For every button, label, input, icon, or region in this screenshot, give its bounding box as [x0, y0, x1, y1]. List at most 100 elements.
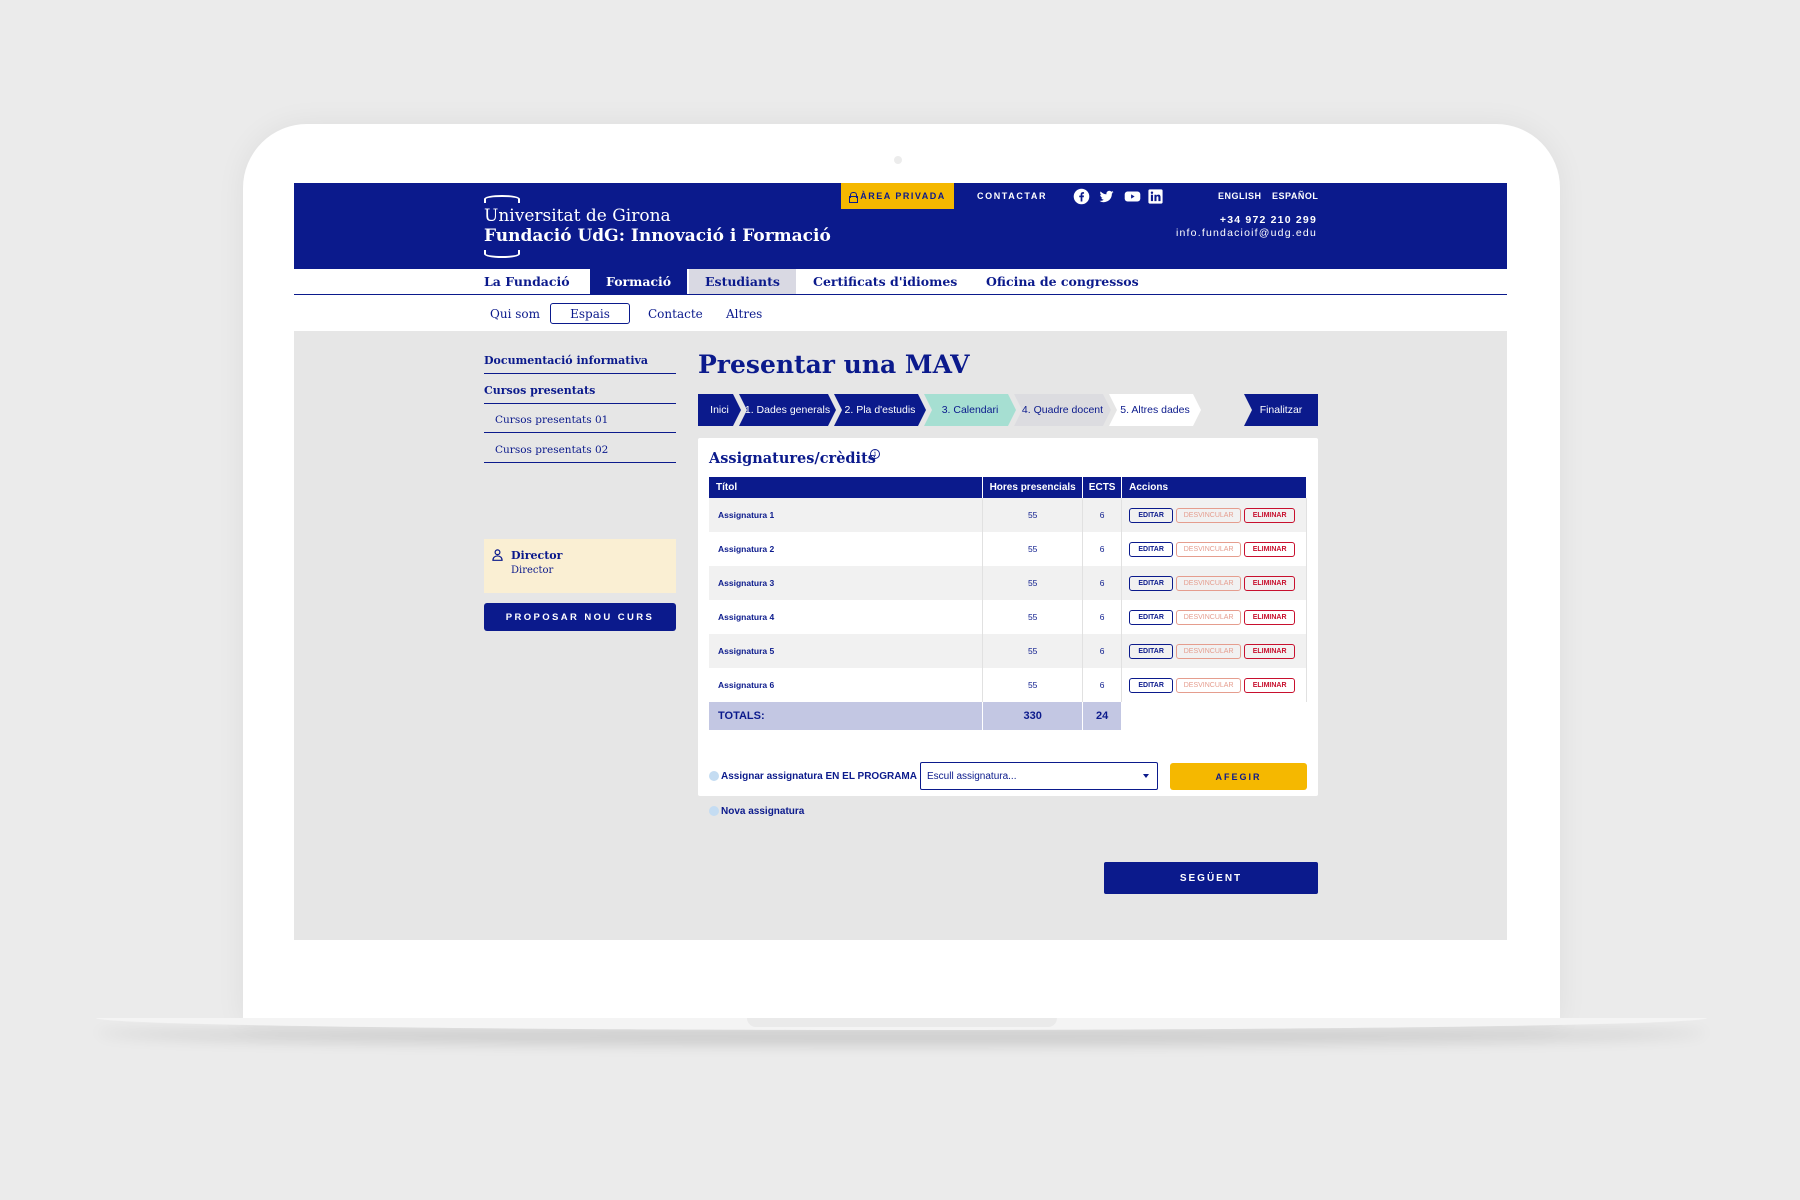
nav-la-fundacio[interactable]: La Fundació [468, 269, 586, 294]
subnav-contacte[interactable]: Contacte [642, 303, 709, 324]
table-row: Assignatura 5 55 6 EDITAR DESVINCULAR ELIM… [709, 634, 1307, 668]
youtube-icon[interactable] [1123, 187, 1141, 205]
edit-button[interactable]: EDITAR [1129, 575, 1174, 591]
linkedin-icon[interactable] [1146, 187, 1164, 205]
next-button[interactable]: SEGÜENT [1104, 862, 1318, 894]
assign-label: Assignar assignatura EN EL PROGRAMA [721, 770, 917, 782]
subject-title[interactable]: Assignatura 5 [709, 634, 984, 668]
delete-button[interactable]: ELIMINAR [1244, 609, 1296, 625]
new-subject-option[interactable]: Nova assignatura [709, 803, 804, 819]
facebook-icon[interactable] [1072, 187, 1090, 205]
column-header-hours[interactable]: Hores presencials [982, 477, 1084, 498]
content-area: Documentació informativa Cursos presenta… [294, 331, 1507, 940]
subject-ects: 6 [1082, 634, 1123, 668]
step-finalitzar[interactable]: Finalitzar [1244, 394, 1318, 426]
sidebar-link-cursos-02[interactable]: Cursos presentats 02 [484, 435, 676, 463]
sidebar-link-documentacio[interactable]: Documentació informativa [484, 345, 676, 374]
subject-select[interactable]: Escull assignatura... [920, 762, 1158, 790]
nav-oficina-congressos[interactable]: Oficina de congressos [970, 269, 1155, 294]
sidebar-link-cursos-01[interactable]: Cursos presentats 01 [484, 405, 676, 433]
subject-title[interactable]: Assignatura 2 [709, 532, 984, 566]
sub-nav: Qui som Espais Contacte Altres [294, 297, 1507, 331]
private-area-button[interactable]: ÀREA PRIVADA [841, 183, 954, 209]
step-calendari[interactable]: 3. Calendari [924, 394, 1016, 426]
step-inici[interactable]: Inici [698, 394, 741, 426]
add-button[interactable]: AFEGIR [1170, 763, 1307, 790]
delete-button[interactable]: ELIMINAR [1244, 575, 1296, 591]
subject-title[interactable]: Assignatura 6 [709, 668, 984, 702]
subject-ects: 6 [1082, 600, 1123, 634]
propose-course-button[interactable]: PROPOSAR NOU CURS [484, 603, 676, 631]
unlink-button[interactable]: DESVINCULAR [1176, 507, 1242, 523]
subject-title[interactable]: Assignatura 1 [709, 498, 984, 532]
director-card: Director Director [484, 539, 676, 593]
unlink-button[interactable]: DESVINCULAR [1176, 541, 1242, 557]
step-altres-dades[interactable]: 5. Altres dades [1109, 394, 1201, 426]
column-header-title[interactable]: Títol [709, 477, 984, 498]
subnav-qui-som[interactable]: Qui som [484, 303, 546, 324]
new-subject-radio[interactable] [709, 806, 719, 816]
step-quadre-docent[interactable]: 4. Quadre docent [1014, 394, 1111, 426]
sidebar-link-cursos-presentats[interactable]: Cursos presentats [484, 375, 676, 404]
step-pla-estudis[interactable]: 2. Pla d'estudis [834, 394, 926, 426]
contact-link[interactable]: CONTACTAR [977, 191, 1047, 201]
page-title: Presentar una MAV [698, 350, 970, 379]
column-header-ects[interactable]: ECTS [1082, 477, 1123, 498]
row-actions: EDITAR DESVINCULAR ELIMINAR [1121, 668, 1307, 702]
subject-ects: 6 [1082, 668, 1123, 702]
nav-estudiants[interactable]: Estudiants [689, 269, 796, 294]
edit-button[interactable]: EDITAR [1129, 507, 1174, 523]
edit-button[interactable]: EDITAR [1129, 609, 1174, 625]
totals-hours: 330 [982, 702, 1084, 730]
screen: Universitat de Girona Fundació UdG: Inno… [294, 183, 1507, 940]
nav-certificats[interactable]: Certificats d'idiomes [797, 269, 973, 294]
edit-button[interactable]: EDITAR [1129, 541, 1174, 557]
delete-button[interactable]: ELIMINAR [1244, 507, 1296, 523]
logo-mark-bottom [484, 250, 520, 258]
table-row: Assignatura 2 55 6 EDITAR DESVINCULAR ELIM… [709, 532, 1307, 566]
subject-title[interactable]: Assignatura 3 [709, 566, 984, 600]
row-actions: EDITAR DESVINCULAR ELIMINAR [1121, 532, 1307, 566]
subjects-table: Títol Hores presencials ECTS Accions Ass… [709, 477, 1307, 730]
subject-title[interactable]: Assignatura 4 [709, 600, 984, 634]
email-address[interactable]: info.fundacioif@udg.edu [1176, 227, 1317, 239]
private-area-label: ÀREA PRIVADA [860, 191, 946, 201]
phone-number[interactable]: +34 972 210 299 [1220, 214, 1317, 226]
unlink-button[interactable]: DESVINCULAR [1176, 609, 1242, 625]
info-icon[interactable]: i [870, 449, 880, 459]
table-row: Assignatura 6 55 6 EDITAR DESVINCULAR ELIM… [709, 668, 1307, 702]
wizard-stepper: Inici 1. Dades generals 2. Pla d'estudis… [698, 394, 1318, 426]
totals-ects: 24 [1082, 702, 1123, 730]
chevron-down-icon [1143, 774, 1149, 778]
column-header-actions: Accions [1121, 477, 1307, 498]
person-icon [492, 549, 503, 561]
subnav-altres[interactable]: Altres [720, 303, 768, 324]
laptop-notch [747, 1018, 1057, 1027]
logo-foundation[interactable]: Fundació UdG: Innovació i Formació [484, 226, 831, 246]
site-header: Universitat de Girona Fundació UdG: Inno… [294, 183, 1507, 269]
table-row: Assignatura 4 55 6 EDITAR DESVINCULAR ELIM… [709, 600, 1307, 634]
nav-formacio[interactable]: Formació [590, 269, 688, 294]
delete-button[interactable]: ELIMINAR [1244, 643, 1296, 659]
lang-spanish[interactable]: ESPAÑOL [1272, 191, 1318, 201]
lang-english[interactable]: ENGLISH [1218, 191, 1262, 201]
subject-hours: 55 [982, 566, 1084, 600]
subjects-card: Assignatures/crèdits i Títol Hores prese… [698, 438, 1318, 817]
edit-button[interactable]: EDITAR [1129, 677, 1174, 693]
row-actions: EDITAR DESVINCULAR ELIMINAR [1121, 600, 1307, 634]
subject-select-value: Escull assignatura... [927, 770, 1017, 782]
unlink-button[interactable]: DESVINCULAR [1176, 575, 1242, 591]
assign-radio[interactable] [709, 771, 719, 781]
subnav-espais[interactable]: Espais [550, 303, 630, 324]
step-dades-generals[interactable]: 1. Dades generals [739, 394, 836, 426]
unlink-button[interactable]: DESVINCULAR [1176, 643, 1242, 659]
delete-button[interactable]: ELIMINAR [1244, 677, 1296, 693]
unlink-button[interactable]: DESVINCULAR [1176, 677, 1242, 693]
logo-university[interactable]: Universitat de Girona [484, 206, 671, 226]
subject-ects: 6 [1082, 566, 1123, 600]
twitter-icon[interactable] [1097, 187, 1115, 205]
assign-subject-option[interactable]: Assignar assignatura EN EL PROGRAMA [709, 768, 917, 784]
edit-button[interactable]: EDITAR [1129, 643, 1174, 659]
delete-button[interactable]: ELIMINAR [1244, 541, 1296, 557]
totals-label: TOTALS: [709, 702, 984, 730]
